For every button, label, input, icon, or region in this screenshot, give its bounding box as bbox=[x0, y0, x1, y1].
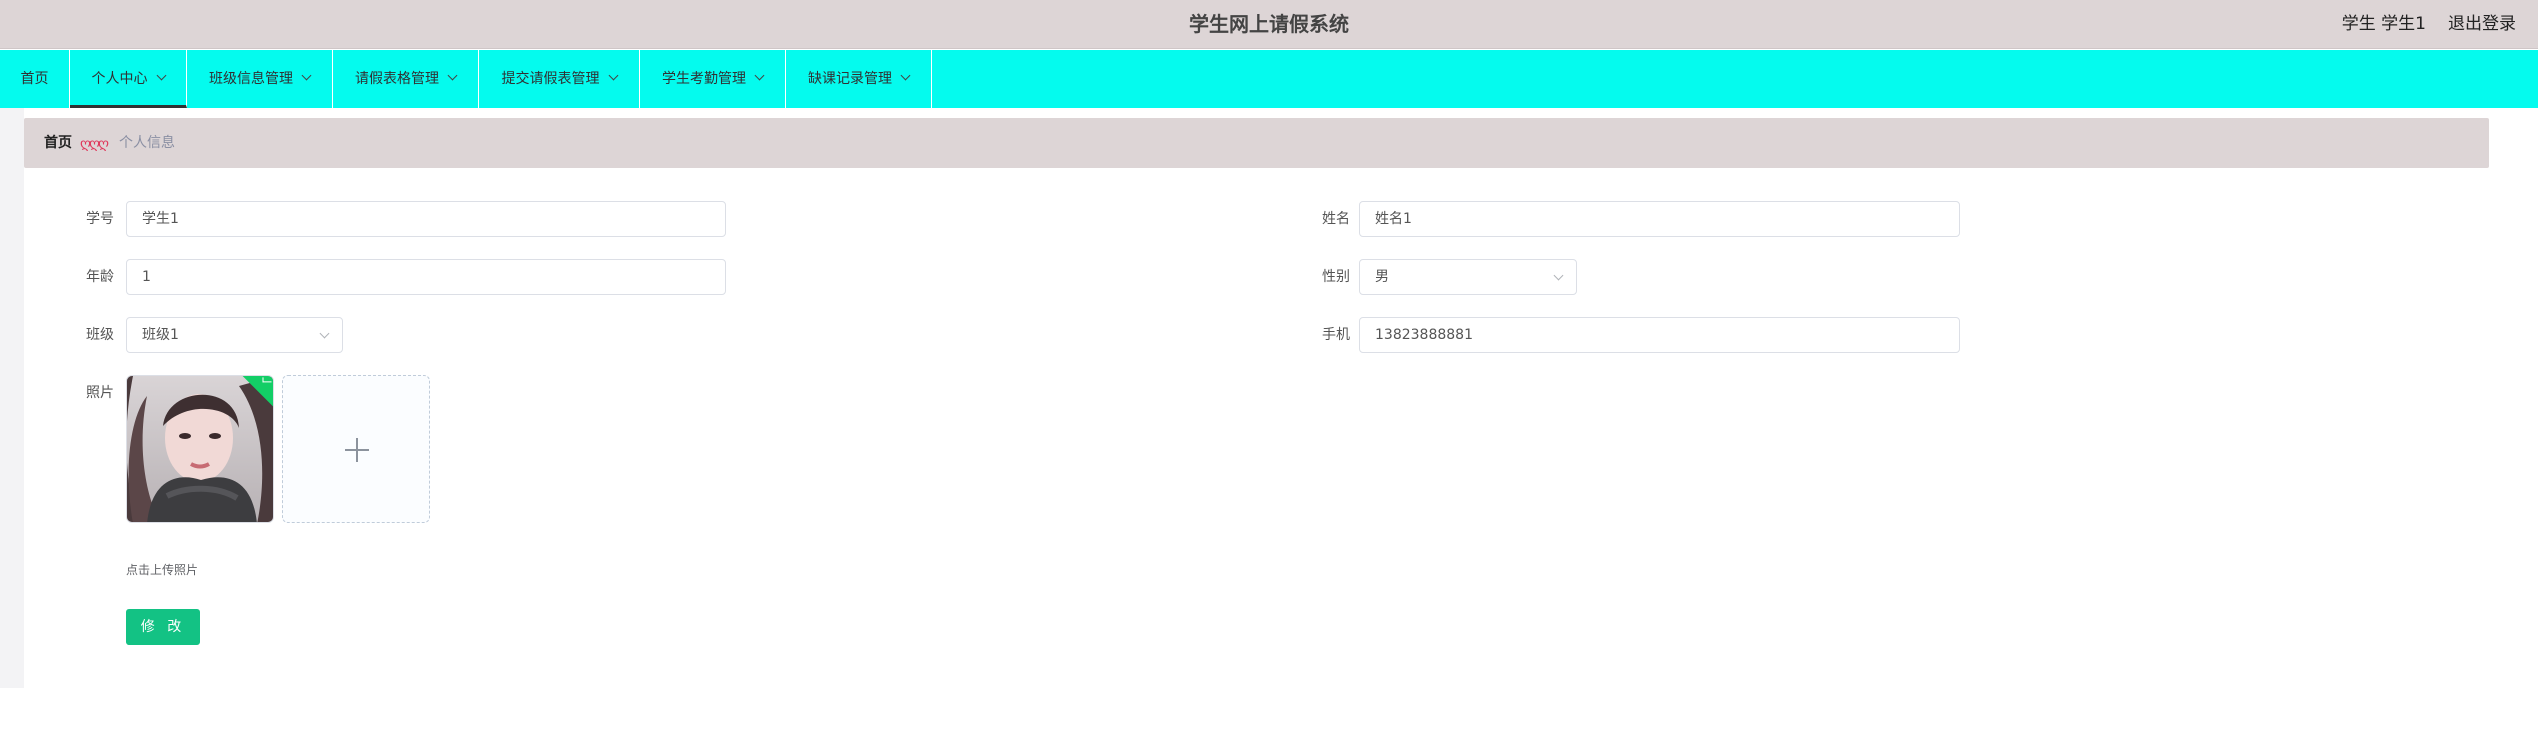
nav-item-label: 提交请假表管理 bbox=[501, 71, 600, 87]
nav-item-label: 学生考勤管理 bbox=[662, 71, 746, 87]
avatar-photo-image bbox=[127, 376, 273, 522]
photo-upload-button[interactable] bbox=[282, 375, 430, 523]
upload-tip: 点击上传照片 bbox=[126, 563, 199, 577]
chevron-down-icon bbox=[156, 70, 166, 81]
chevron-down-icon bbox=[1553, 270, 1564, 281]
chevron-down-icon bbox=[900, 70, 911, 81]
check-icon bbox=[262, 377, 272, 383]
gender-select[interactable]: 男 bbox=[1359, 259, 1577, 295]
nav-item-label: 首页 bbox=[20, 71, 49, 87]
breadcrumb-separator: ღღღ bbox=[80, 136, 109, 152]
nav-item-submit-leave[interactable]: 提交请假表管理 bbox=[479, 50, 640, 108]
student-id-label: 学号 bbox=[86, 211, 114, 227]
main-nav: 首页 个人中心 班级信息管理 请假表格管理 提交请假表管理 学生考勤管理 缺课记… bbox=[0, 50, 2538, 108]
uploaded-photo[interactable] bbox=[126, 375, 274, 523]
chevron-down-icon bbox=[608, 70, 618, 81]
chevron-down-icon bbox=[754, 70, 765, 81]
photo-label: 照片 bbox=[86, 385, 114, 401]
class-select[interactable]: 班级1 bbox=[126, 317, 343, 353]
gender-select-value: 男 bbox=[1375, 269, 1389, 285]
nav-item-label: 缺课记录管理 bbox=[808, 71, 892, 87]
name-field[interactable]: 姓名1 bbox=[1359, 201, 1960, 237]
chevron-down-icon bbox=[447, 70, 458, 81]
age-label: 年龄 bbox=[86, 269, 114, 285]
nav-item-attendance[interactable]: 学生考勤管理 bbox=[640, 50, 786, 108]
chevron-down-icon bbox=[319, 328, 330, 339]
page-side-gutter bbox=[0, 108, 24, 688]
phone-field[interactable]: 13823888881 bbox=[1359, 317, 1960, 353]
nav-item-leave-forms[interactable]: 请假表格管理 bbox=[333, 50, 479, 108]
breadcrumb-home[interactable]: 首页 bbox=[44, 118, 72, 168]
breadcrumb-current: 个人信息 bbox=[119, 135, 175, 151]
gender-label: 性别 bbox=[1322, 269, 1350, 285]
age-field[interactable]: 1 bbox=[126, 259, 726, 295]
current-user: 学生 学生1 bbox=[2341, 14, 2426, 34]
breadcrumb: 首页 ღღღ 个人信息 bbox=[24, 118, 2489, 168]
student-id-field[interactable]: 学生1 bbox=[126, 201, 726, 237]
nav-item-class-info[interactable]: 班级信息管理 bbox=[187, 50, 333, 108]
top-header: 学生网上请假系统 学生 学生1 退出登录 bbox=[0, 0, 2538, 49]
chevron-down-icon bbox=[301, 70, 312, 81]
name-label: 姓名 bbox=[1322, 211, 1350, 227]
nav-item-label: 请假表格管理 bbox=[355, 71, 439, 87]
logout-button[interactable]: 退出登录 bbox=[2448, 0, 2516, 49]
nav-item-absence[interactable]: 缺课记录管理 bbox=[786, 50, 932, 108]
nav-item-home[interactable]: 首页 bbox=[0, 50, 70, 108]
nav-item-label: 个人中心 bbox=[91, 71, 148, 87]
nav-item-label: 班级信息管理 bbox=[209, 71, 293, 87]
app-title: 学生网上请假系统 bbox=[1189, 12, 1349, 36]
nav-item-personal-center[interactable]: 个人中心 bbox=[70, 50, 187, 108]
phone-label: 手机 bbox=[1322, 327, 1350, 343]
save-button[interactable]: 修 改 bbox=[126, 609, 200, 645]
class-label: 班级 bbox=[86, 327, 114, 343]
plus-icon-vertical bbox=[356, 438, 358, 462]
class-select-value: 班级1 bbox=[142, 327, 179, 343]
